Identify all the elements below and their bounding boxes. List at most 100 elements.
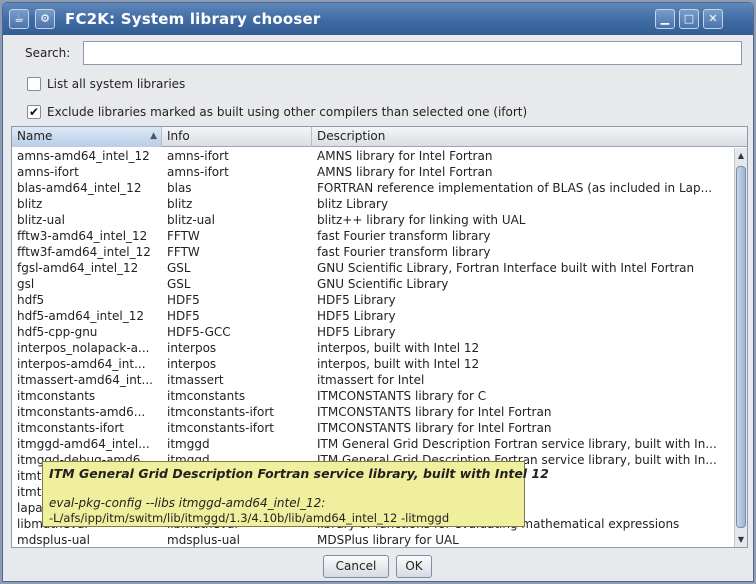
cell-description: HDF5 Library [317, 309, 396, 323]
cell-name: fgsl-amd64_intel_12 [17, 261, 139, 275]
cell-name: mdsplus-ual [17, 533, 90, 547]
cell-description: interpos, built with Intel 12 [317, 357, 480, 371]
scrollbar-thumb[interactable] [736, 166, 746, 528]
table-row[interactable]: itmassert-amd64_int... itmassert itmassert… [12, 372, 734, 388]
cell-info: itmconstants-ifort [167, 421, 275, 435]
cell-name: itmconstants-ifort [17, 421, 125, 435]
title-bar[interactable]: ☕ ⚙ FC2K: System library chooser ▁ □ ✕ [3, 3, 753, 35]
cell-name: itmassert-amd64_int... [17, 373, 153, 387]
exclude-checkbox[interactable]: ✔ [27, 105, 41, 119]
column-header-label: Name [17, 129, 53, 143]
cell-info: amns-ifort [167, 165, 229, 179]
table-row[interactable]: itmconstants-ifort itmconstants-ifort ITMC… [12, 420, 734, 436]
table-row[interactable]: hdf5 HDF5 HDF5 Library [12, 292, 734, 308]
cell-name: amns-ifort [17, 165, 79, 179]
cell-name: itmggd-amd64_intel... [17, 437, 150, 451]
table-row[interactable]: itmconstants itmconstants ITMCONSTANTS lib… [12, 388, 734, 404]
cell-description: ITMCONSTANTS library for Intel Fortran [317, 405, 552, 419]
cell-description: interpos, built with Intel 12 [317, 341, 480, 355]
cell-info: blitz [167, 197, 193, 211]
cell-info: HDF5 [167, 293, 200, 307]
table-row[interactable]: fftw3-amd64_intel_12 FFTW fast Fourier tra… [12, 228, 734, 244]
cell-info: blas [167, 181, 192, 195]
column-header-name[interactable]: Name ▲ [12, 127, 162, 147]
cell-info: mdsplus-ual [167, 533, 240, 547]
table-row[interactable]: interpos-amd64_int... interpos interpos, b… [12, 356, 734, 372]
cell-info: HDF5 [167, 309, 200, 323]
cell-info: interpos [167, 341, 217, 355]
cell-description: AMNS library for Intel Fortran [317, 149, 493, 163]
window-menu-icon[interactable]: ⚙ [35, 9, 55, 29]
list-all-checkbox[interactable] [27, 77, 41, 91]
minimize-icon[interactable]: ▁ [655, 9, 675, 29]
table-row[interactable]: amns-amd64_intel_12 amns-ifort AMNS librar… [12, 148, 734, 164]
close-icon[interactable]: ✕ [703, 9, 723, 29]
table-row[interactable]: itmggd-amd64_intel... itmggd ITM General G… [12, 436, 734, 452]
table-row[interactable]: hdf5-amd64_intel_12 HDF5 HDF5 Library [12, 308, 734, 324]
sort-ascending-icon: ▲ [150, 131, 157, 141]
vertical-scrollbar[interactable]: ▲ ▼ [734, 148, 747, 547]
cell-description: MDSPlus library for UAL [317, 533, 459, 547]
scroll-down-icon[interactable]: ▼ [735, 534, 747, 546]
table-row[interactable]: hdf5-cpp-gnu HDF5-GCC HDF5 Library [12, 324, 734, 340]
description-tooltip: ITM General Grid Description Fortran ser… [42, 461, 549, 527]
cell-description: HDF5 Library [317, 293, 396, 307]
cell-description: ITM General Grid Description Fortran ser… [317, 437, 717, 451]
cell-description: fast Fourier transform library [317, 229, 491, 243]
cell-description: HDF5 Library [317, 325, 396, 339]
cell-info: HDF5-GCC [167, 325, 231, 339]
column-header-label: Description [317, 129, 386, 143]
cell-description: AMNS library for Intel Fortran [317, 165, 493, 179]
cell-name: gsl [17, 277, 35, 291]
cell-description: ITMCONSTANTS library for Intel Fortran [317, 421, 552, 435]
table-header: Name ▲ Info Description [12, 127, 747, 147]
column-header-info[interactable]: Info [162, 127, 312, 147]
cell-info: amns-ifort [167, 149, 229, 163]
search-input[interactable] [83, 41, 742, 65]
table-row[interactable]: blas-amd64_intel_12 blas FORTRAN reference… [12, 180, 734, 196]
ok-button[interactable]: OK [396, 555, 432, 578]
search-label: Search: [25, 46, 71, 60]
cell-info: blitz-ual [167, 213, 215, 227]
cell-name: fftw3f-amd64_intel_12 [17, 245, 151, 259]
cell-name: blitz-ual [17, 213, 65, 227]
cell-info: itmconstants-ifort [167, 405, 275, 419]
cell-description: ITMCONSTANTS library for C [317, 389, 487, 403]
cell-description: itmassert for Intel [317, 373, 425, 387]
tooltip-command: eval-pkg-config --libs itmggd-amd64_inte… [49, 496, 326, 510]
cell-info: interpos [167, 357, 217, 371]
cell-description: GNU Scientific Library, Fortran Interfac… [317, 261, 695, 275]
cell-description: GNU Scientific Library [317, 277, 449, 291]
cell-name: hdf5-amd64_intel_12 [17, 309, 144, 323]
cell-info: GSL [167, 261, 191, 275]
cell-info: itmassert [167, 373, 224, 387]
cell-name: blitz [17, 197, 43, 211]
column-header-label: Info [167, 129, 190, 143]
table-row[interactable]: gsl GSL GNU Scientific Library [12, 276, 734, 292]
table-row[interactable]: fftw3f-amd64_intel_12 FFTW fast Fourier tr… [12, 244, 734, 260]
cell-info: itmggd [167, 437, 210, 451]
cell-name: itmconstants [17, 389, 96, 403]
column-header-description[interactable]: Description [312, 127, 747, 147]
table-row[interactable]: interpos_nolapack-a... interpos interpos, … [12, 340, 734, 356]
library-chooser-dialog: ☕ ⚙ FC2K: System library chooser ▁ □ ✕ S… [2, 2, 754, 582]
table-row[interactable]: fgsl-amd64_intel_12 GSL GNU Scientific Lib… [12, 260, 734, 276]
table-row[interactable]: blitz blitz blitz Library [12, 196, 734, 212]
cancel-button[interactable]: Cancel [323, 555, 389, 578]
maximize-icon[interactable]: □ [679, 9, 699, 29]
cell-description: FORTRAN reference implementation of BLAS… [317, 181, 713, 195]
scroll-up-icon[interactable]: ▲ [735, 150, 747, 162]
cell-info: itmconstants [167, 389, 246, 403]
cell-name: blas-amd64_intel_12 [17, 181, 142, 195]
cell-name: itmconstants-amd6... [17, 405, 146, 419]
table-row[interactable]: amns-ifort amns-ifort AMNS library for Int… [12, 164, 734, 180]
tooltip-title: ITM General Grid Description Fortran ser… [49, 466, 549, 481]
table-row[interactable]: itmconstants-amd6... itmconstants-ifort IT… [12, 404, 734, 420]
table-row[interactable]: blitz-ual blitz-ual blitz++ library for li… [12, 212, 734, 228]
exclude-label: Exclude libraries marked as built using … [47, 105, 528, 119]
java-app-icon[interactable]: ☕ [9, 9, 29, 29]
cell-name: hdf5-cpp-gnu [17, 325, 98, 339]
cell-description: fast Fourier transform library [317, 245, 491, 259]
cell-description: blitz Library [317, 197, 389, 211]
table-row[interactable]: mdsplus-ual mdsplus-ual MDSPlus library fo… [12, 532, 734, 547]
